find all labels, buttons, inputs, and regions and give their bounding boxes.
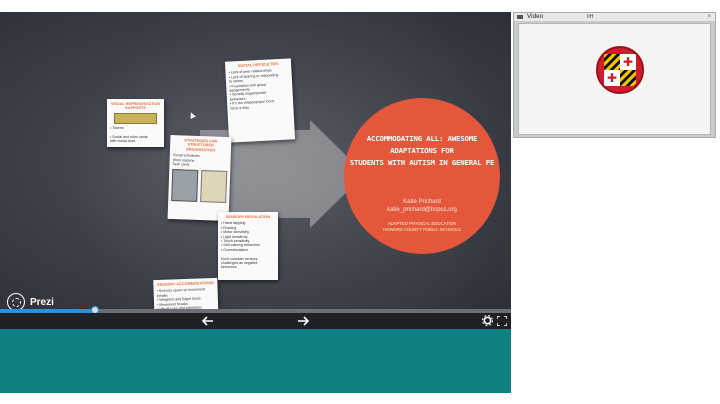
gear-icon	[481, 315, 493, 326]
next-button[interactable]	[294, 313, 312, 329]
settings-button[interactable]	[480, 313, 494, 329]
card-social-difficulties: Social Difficulties • Lack of peer relat…	[224, 58, 296, 143]
card-text: Visual schedules Work stations Task card…	[172, 153, 200, 167]
video-icon	[517, 15, 523, 19]
card-title: Strategies for Structured Organization	[184, 138, 218, 153]
prev-button[interactable]	[199, 313, 217, 329]
arrow-left-icon	[201, 316, 213, 326]
maryland-seal-icon	[596, 46, 644, 94]
card-title: Visual Representation Supports	[110, 102, 161, 111]
presentation-title: ACCOMMODATING ALL: AWESOME ADAPTATIONS F…	[349, 134, 495, 167]
fullscreen-button[interactable]	[495, 313, 509, 329]
card-sensory-accommodations: Sensory Accommodations • Sensory space w…	[153, 277, 219, 311]
card-text: • Hand flapping • Rocking • Motor sensit…	[221, 221, 260, 270]
video-panel[interactable]: Video IIH ×	[513, 12, 716, 138]
card-text: • Lack of peer relationships • Lack of s…	[228, 68, 279, 111]
task-card-image	[200, 170, 228, 204]
schedule-image	[171, 169, 199, 203]
token-image	[114, 112, 157, 124]
prezi-logo-text: Prezi	[30, 296, 54, 308]
prezi-stage[interactable]: Visual Representation Supports • Tokens …	[0, 12, 511, 311]
card-text: • Tokens • Social and rules cards with v…	[110, 125, 148, 144]
card-structured-organization: Strategies for Structured Organization V…	[167, 134, 232, 222]
card-visual-supports: Visual Representation Supports • Tokens …	[107, 99, 164, 147]
card-sensory-regulation: Sensory Regulation • Hand flapping • Roc…	[218, 212, 278, 280]
footer-area	[0, 329, 511, 393]
author-email: katie_prichard@hcpss.org	[387, 207, 457, 213]
video-panel-title: Video	[527, 13, 544, 20]
player-controls	[0, 313, 511, 329]
organization: ADAPTED PHYSICAL EDUCATION HOWARD COUNTY…	[383, 221, 461, 232]
card-title: Sensory Accommodations	[157, 281, 214, 287]
fullscreen-icon	[496, 315, 508, 327]
video-panel-status: IIH	[587, 14, 594, 20]
video-panel-header[interactable]: Video IIH ×	[514, 13, 715, 21]
video-panel-close-button[interactable]: ×	[707, 13, 711, 21]
video-screen	[518, 23, 711, 135]
card-title: Sensory Regulation	[225, 215, 271, 219]
arrow-right-icon	[298, 316, 310, 326]
card-text: • Sensory space w/ movement breaks • Wei…	[156, 287, 206, 311]
author-name: Katie Prichard	[403, 199, 441, 205]
title-circle: ACCOMMODATING ALL: AWESOME ADAPTATIONS F…	[344, 98, 500, 254]
